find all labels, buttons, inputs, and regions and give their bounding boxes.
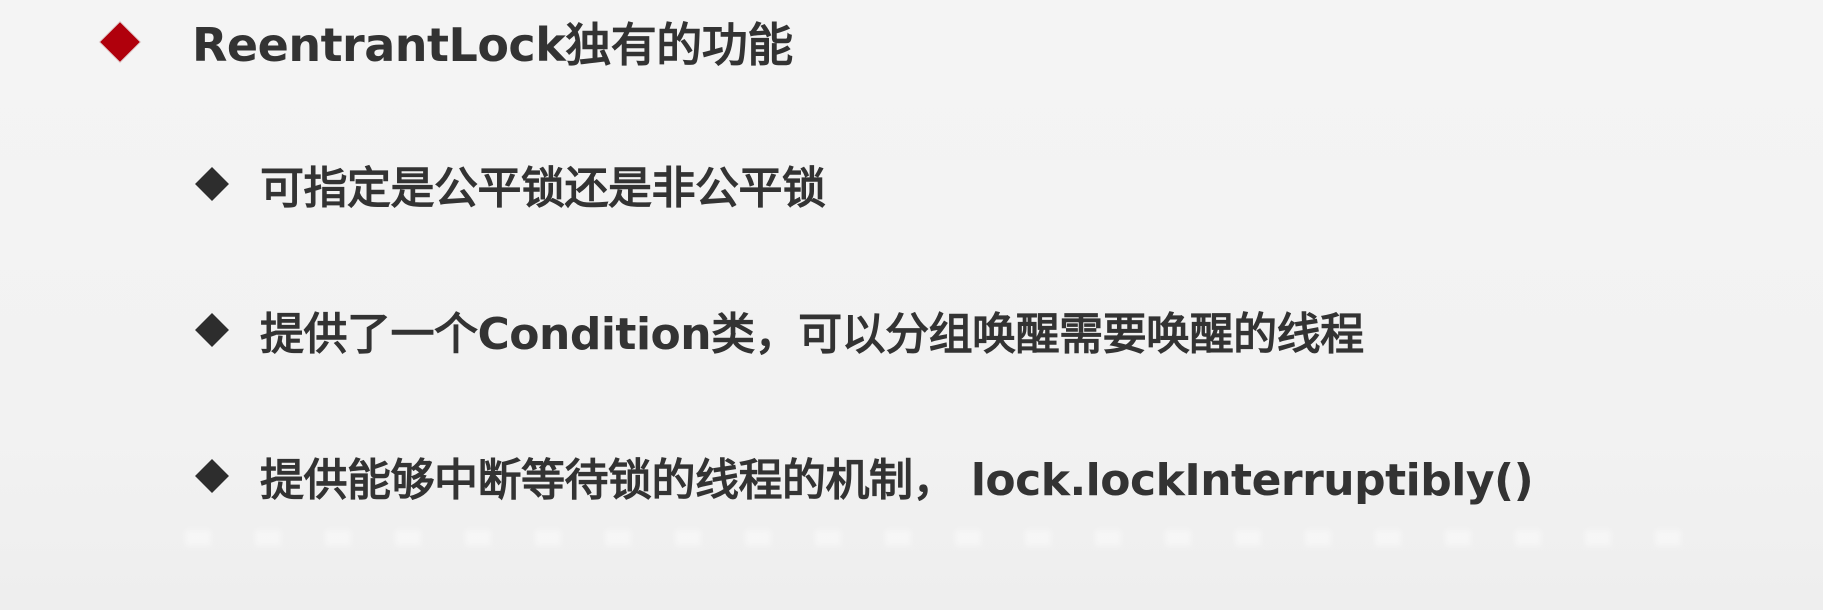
black-diamond-icon	[195, 459, 229, 493]
red-diamond-icon	[100, 22, 140, 62]
heading-row: ReentrantLock独有的功能	[100, 10, 793, 74]
faint-subtitle-residue	[185, 530, 1695, 546]
list-item: 可指定是公平锁还是非公平锁	[195, 152, 826, 216]
list-item-text: 可指定是公平锁还是非公平锁	[260, 163, 826, 214]
list-item: 提供了一个Condition类，可以分组唤醒需要唤醒的线程	[195, 298, 1364, 362]
black-diamond-icon	[195, 167, 229, 201]
list-item-text: 提供能够中断等待锁的线程的机制， lock.lockInterruptibly(…	[260, 455, 1534, 506]
black-diamond-icon	[195, 313, 229, 347]
list-item: 提供能够中断等待锁的线程的机制， lock.lockInterruptibly(…	[195, 444, 1534, 508]
list-item-text: 提供了一个Condition类，可以分组唤醒需要唤醒的线程	[260, 309, 1364, 360]
slide: ReentrantLock独有的功能 可指定是公平锁还是非公平锁 提供了一个Co…	[0, 0, 1823, 610]
heading-title: ReentrantLock独有的功能	[192, 18, 793, 72]
